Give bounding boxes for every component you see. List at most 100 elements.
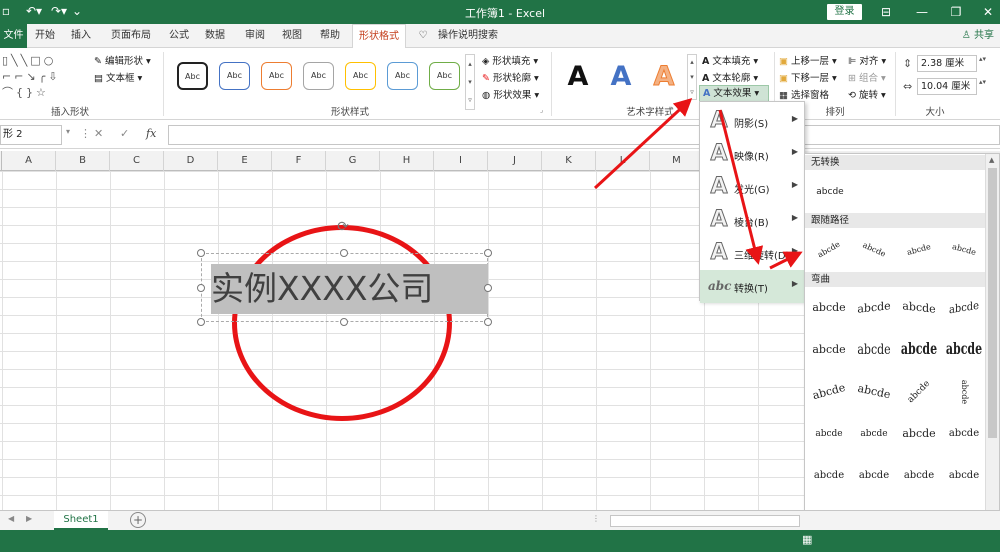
formula-input[interactable]: [168, 125, 1000, 145]
rotate-handle-icon[interactable]: ⟳: [335, 219, 351, 235]
shape-styles-launcher-icon[interactable]: ⌟: [540, 106, 543, 114]
text-box-button[interactable]: ▤ 文本框 ▾: [94, 70, 142, 84]
menu-item-reflection[interactable]: A 映像(R) ▶: [700, 138, 804, 171]
menu-item-shadow[interactable]: A 阴影(S) ▶: [700, 105, 804, 138]
shape-styles-scroll[interactable]: ▴ ▾ ▿: [465, 54, 475, 110]
customize-qat-icon[interactable]: ⌄: [70, 3, 84, 20]
warp-option[interactable]: abcde: [852, 458, 896, 494]
scroll-thumb[interactable]: [988, 168, 997, 438]
warp-option[interactable]: abcde: [807, 332, 851, 368]
menu-item-transform[interactable]: abc 转换(T) ▶: [700, 270, 804, 303]
horizontal-scrollbar[interactable]: [610, 515, 800, 527]
shapes-gallery[interactable]: ▯╲╲□○ ⌐⌐↘╭⇩ ⌒{}☆: [2, 53, 88, 101]
column-header-c[interactable]: C: [110, 151, 164, 171]
tab-help[interactable]: 帮助: [315, 24, 345, 48]
menu-item-bevel[interactable]: A 棱台(B) ▶: [700, 204, 804, 237]
resize-handle[interactable]: [484, 318, 492, 326]
column-header-i[interactable]: I: [434, 151, 488, 171]
warp-option[interactable]: abcde: [807, 416, 851, 452]
resize-handle[interactable]: [197, 284, 205, 292]
insert-function-button[interactable]: fx: [146, 127, 156, 140]
sheet-tab-sheet1[interactable]: Sheet1: [54, 511, 108, 530]
warp-option[interactable]: abcde: [803, 369, 855, 415]
text-effects-button[interactable]: A 文本效果 ▾: [699, 85, 769, 102]
tab-shape-format[interactable]: 形状格式: [352, 24, 406, 49]
save-icon[interactable]: ▫: [0, 3, 12, 20]
share-button[interactable]: ♙ 共享: [962, 24, 994, 48]
resize-handle[interactable]: [197, 249, 205, 257]
wordart-style-black[interactable]: A: [563, 58, 593, 96]
tab-data[interactable]: 数据: [200, 24, 230, 48]
column-header-l[interactable]: L: [596, 151, 650, 171]
column-header-g[interactable]: G: [326, 151, 380, 171]
wordart-scroll[interactable]: ▴ ▾ ▿: [687, 54, 697, 100]
warp-option[interactable]: abcde: [942, 416, 986, 452]
column-header-d[interactable]: D: [164, 151, 218, 171]
tab-formulas[interactable]: 公式: [164, 24, 194, 48]
resize-handle[interactable]: [484, 249, 492, 257]
shape-height-field[interactable]: 2.38 厘米: [917, 55, 977, 72]
warp-option[interactable]: abcde: [852, 288, 896, 329]
undo-icon[interactable]: ↶▾: [22, 3, 46, 20]
column-header-e[interactable]: E: [218, 151, 272, 171]
shape-style-5[interactable]: Abc: [345, 62, 376, 90]
warp-option[interactable]: abcde: [897, 416, 941, 452]
close-icon[interactable]: ✕: [978, 4, 998, 20]
shape-fill-button[interactable]: ◈ 形状填充 ▾: [482, 53, 538, 67]
menu-item-3d-rotation[interactable]: A 三维旋转(D) ▶: [700, 237, 804, 270]
warp-option[interactable]: abcde: [944, 287, 984, 329]
tab-file[interactable]: 文件: [0, 24, 27, 48]
warp-option[interactable]: abcde: [942, 458, 986, 494]
follow-path-arch-down[interactable]: abcde: [846, 224, 901, 275]
name-box[interactable]: 形 2: [0, 125, 62, 145]
minimize-icon[interactable]: —: [912, 4, 932, 20]
shape-style-4[interactable]: Abc: [303, 62, 334, 90]
normal-view-icon[interactable]: ▦: [802, 533, 816, 547]
login-button[interactable]: 登录: [827, 4, 862, 20]
no-transform-option[interactable]: abcde: [808, 174, 852, 210]
shape-style-2[interactable]: Abc: [219, 62, 250, 90]
column-header-h[interactable]: H: [380, 151, 434, 171]
rotate-button[interactable]: ⟲ 旋转 ▾: [848, 87, 886, 101]
column-header-a[interactable]: A: [2, 151, 56, 171]
redo-icon[interactable]: ↷▾: [48, 3, 70, 20]
restore-icon[interactable]: ❐: [946, 4, 966, 20]
tell-me-search[interactable]: 操作说明搜索: [436, 24, 500, 48]
warp-option[interactable]: abcde: [807, 458, 851, 494]
width-spinner[interactable]: ▴▾: [979, 78, 986, 86]
shape-style-6[interactable]: Abc: [387, 62, 418, 90]
submenu-scrollbar[interactable]: ▲ ▼: [985, 154, 999, 548]
tab-insert[interactable]: 插入: [66, 24, 96, 48]
shape-style-7[interactable]: Abc: [429, 62, 460, 90]
shape-width-field[interactable]: 10.04 厘米: [917, 78, 977, 95]
height-spinner[interactable]: ▴▾: [979, 55, 986, 63]
resize-handle[interactable]: [340, 318, 348, 326]
wordart-style-orange[interactable]: A: [649, 58, 679, 96]
text-outline-button[interactable]: A 文本轮廓 ▾: [702, 70, 758, 84]
send-backward-button[interactable]: ▣ 下移一层 ▾: [779, 70, 837, 84]
wordart-textbox[interactable]: 实例XXXX公司: [201, 253, 488, 322]
cancel-icon[interactable]: ✕: [94, 127, 103, 140]
column-header-b[interactable]: B: [56, 151, 110, 171]
warp-option[interactable]: abcde: [852, 416, 896, 452]
align-button[interactable]: ⊫ 对齐 ▾: [848, 53, 886, 67]
resize-handle[interactable]: [340, 249, 348, 257]
selection-pane-button[interactable]: ▦ 选择窗格: [779, 87, 829, 101]
warp-option[interactable]: abcde: [942, 325, 986, 375]
enter-icon[interactable]: ✓: [120, 127, 129, 140]
warp-option[interactable]: abcde: [852, 327, 896, 374]
tab-view[interactable]: 视图: [277, 24, 307, 48]
ribbon-display-icon[interactable]: ⊟: [876, 4, 896, 20]
sheet-nav-left-icon[interactable]: ◀: [8, 514, 14, 523]
warp-option[interactable]: abcde: [807, 290, 851, 326]
tab-page-layout[interactable]: 页面布局: [105, 24, 157, 48]
warp-option[interactable]: abcde: [897, 288, 941, 329]
shape-outline-button[interactable]: ✎ 形状轮廓 ▾: [482, 70, 539, 84]
resize-handle[interactable]: [197, 318, 205, 326]
shape-style-1[interactable]: Abc: [177, 62, 208, 90]
name-box-dropdown-icon[interactable]: ▾: [66, 127, 70, 136]
add-sheet-button[interactable]: +: [130, 512, 146, 528]
scroll-up-icon[interactable]: ▲: [989, 156, 994, 164]
tab-home[interactable]: 开始: [30, 24, 60, 48]
column-header-m[interactable]: M: [650, 151, 704, 171]
